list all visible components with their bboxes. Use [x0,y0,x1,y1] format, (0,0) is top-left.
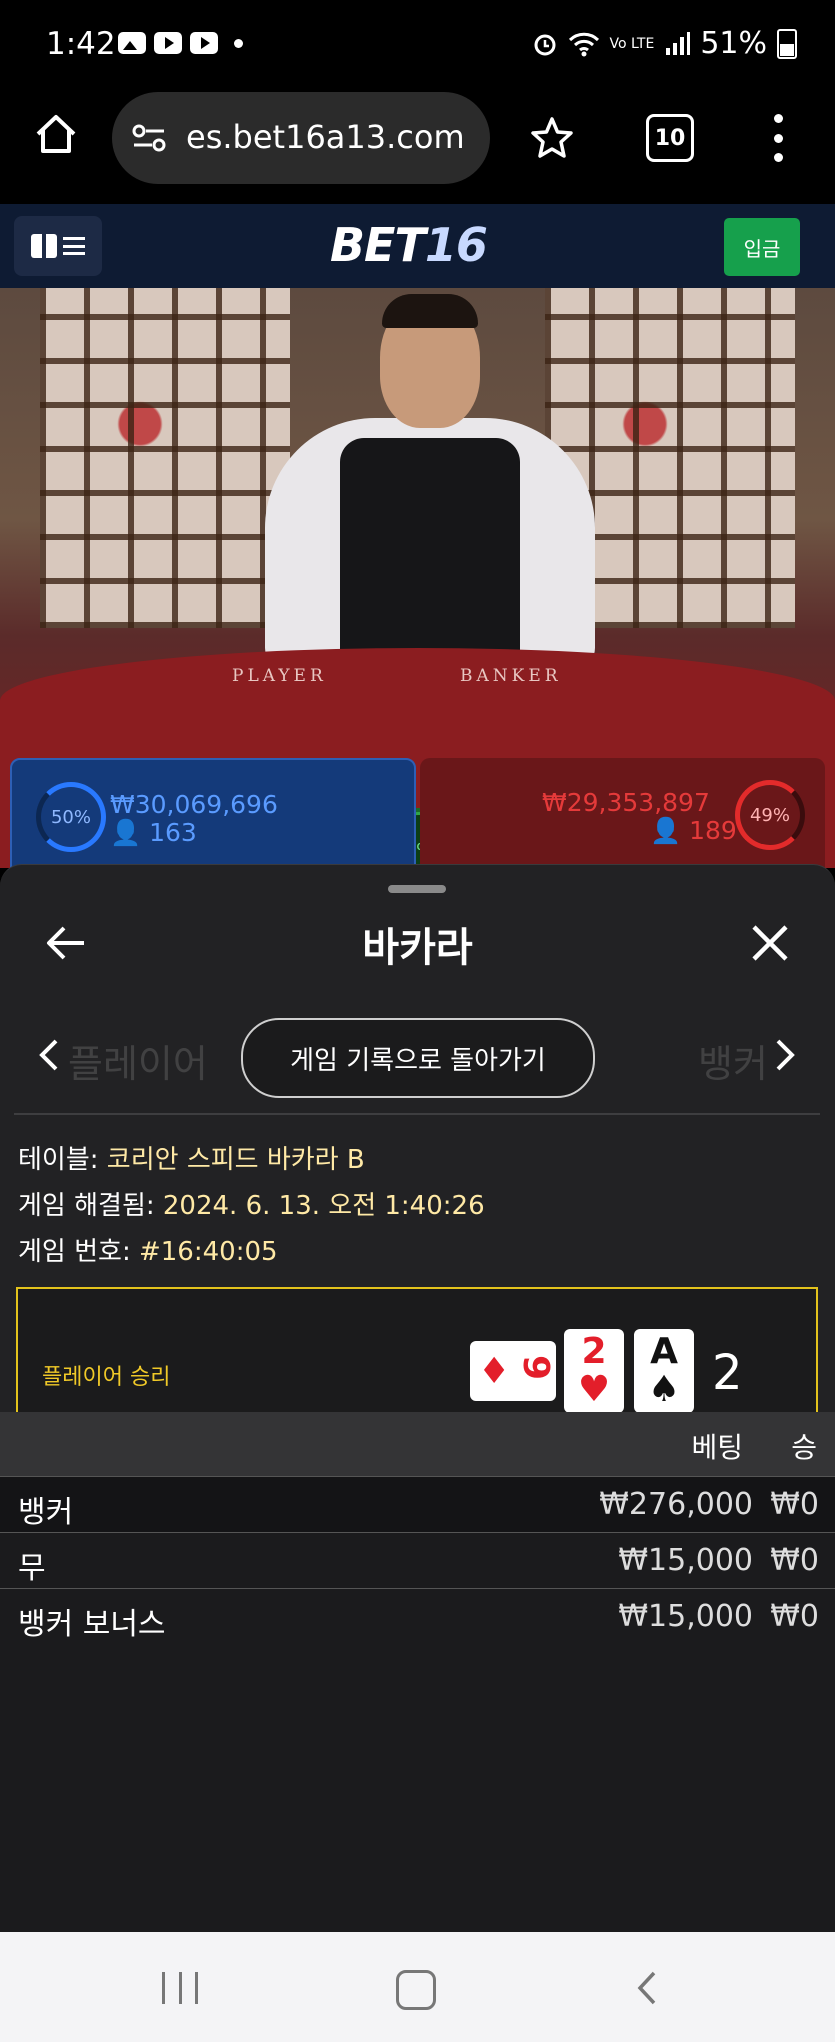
player-card-1: ♦ 9 [470,1341,556,1401]
person-icon: 👤 [110,818,142,847]
person-icon: 👤 [650,816,682,845]
banker-bet-panel[interactable]: ₩29,353,897 👤 189 49% [420,758,825,868]
youtube-notification-icon [154,32,182,54]
bet-row: 무 ₩15,000 ₩0 [0,1532,835,1589]
win-column-header: 승 [791,1431,817,1464]
url-text: es.bet16a13.com [186,118,465,156]
player-score: 2 [712,1345,743,1401]
bookmark-star-icon[interactable] [528,114,576,162]
bet-amount: ₩276,000 [599,1487,753,1522]
player-result-label: 플레이어 승리 [42,1365,171,1390]
bet-name: 뱅커 보너스 [18,1607,166,1642]
player-percent-ring: 50% [36,782,106,852]
player-count-value: 163 [149,818,197,847]
bet-row: 뱅커 ₩276,000 ₩0 [0,1476,835,1533]
bet-amount: ₩15,000 [618,1543,753,1578]
youtube-notification-icon-2 [190,32,218,54]
divider [14,1113,820,1115]
player-bettor-count: 👤 163 [110,818,197,848]
banker-percent-ring: 49% [735,780,805,850]
banker-count-value: 189 [689,816,737,845]
close-icon[interactable] [748,921,792,965]
bet-name: 무 [18,1551,46,1586]
card-rank: 2 [581,1331,607,1372]
decorative-screen-left [40,288,290,628]
status-time: 1:42 [46,26,116,62]
browser-menu-icon[interactable] [770,114,786,162]
table-label: 테이블: [18,1145,99,1175]
table-info: 테이블: 코리안 스피드 바카라 B [18,1139,365,1176]
more-notifications-dot-icon [234,38,243,48]
chevron-left-icon[interactable] [36,1037,62,1073]
deposit-button[interactable]: 입금 [724,218,800,276]
logo-text: BET [330,218,426,272]
back-to-history-button[interactable]: 게임 기록으로 돌아가기 [241,1018,595,1098]
notification-icons [118,32,243,54]
round-label: 게임 번호: [18,1237,131,1267]
card-rank: 9 [514,1354,556,1381]
felt-banker-label: BANKER [460,666,562,686]
bets-table-header: 베팅 승 [0,1412,835,1476]
dealer-vest [340,438,520,678]
back-nav-icon[interactable] [636,1970,658,2006]
round-info: 게임 번호: #16:40:05 [18,1231,278,1268]
resolved-label: 게임 해결됨: [18,1191,155,1221]
banker-bet-amount: ₩29,353,897 [542,788,710,817]
home-nav-icon[interactable] [396,1970,436,2010]
card-suit: ♦ [478,1351,511,1392]
bet-name: 뱅커 [18,1495,74,1530]
card-suit: ♠ [647,1369,681,1410]
player-card-3: A ♠ [634,1329,694,1413]
site-settings-icon[interactable] [132,124,166,152]
sheet-grabber[interactable] [388,885,446,893]
bet-column-header: 베팅 [691,1431,743,1464]
logo-number: 16 [424,218,488,272]
site-header: BET16 입금 [0,204,835,288]
bet-amount: ₩15,000 [618,1599,753,1634]
gallery-notification-icon [118,32,146,54]
hamburger-icon [63,237,85,255]
bet-row: 뱅커 보너스 ₩15,000 ₩0 [0,1588,835,1933]
round-value: #16:40:05 [138,1237,278,1267]
status-right: Vo LTE 51% [532,26,797,61]
player-card-2: 2 ♥ [564,1329,624,1413]
card-suit: ♥ [577,1369,611,1410]
resolved-value: 2024. 6. 13. 오전 1:40:26 [162,1191,485,1221]
home-icon[interactable] [34,112,78,156]
status-bar: 1:42 Vo LTE 51% [0,0,835,92]
signal-icon [666,31,691,55]
wifi-icon [568,32,599,56]
chevron-right-icon[interactable] [772,1037,798,1073]
tab-switcher-button[interactable]: 10 [646,114,694,162]
player-bet-amount: ₩30,069,696 [110,790,278,819]
recent-apps-icon[interactable] [162,1972,198,2004]
browser-toolbar: es.bet16a13.com 10 [0,92,835,204]
gift-menu-button[interactable] [14,216,102,276]
dealer-hair [382,294,478,328]
network-type: Vo LTE [609,35,655,52]
ghost-player-label: 플레이어 [68,1042,208,1086]
banker-bettor-count: 👤 189 [650,816,737,846]
sheet-title: 바카라 [362,925,473,971]
gift-icon [31,234,57,258]
alarm-icon [534,34,556,55]
felt-player-label: PLAYER [232,666,327,686]
win-amount: ₩0 [770,1599,819,1634]
resolved-info: 게임 해결됨: 2024. 6. 13. 오전 1:40:26 [18,1185,485,1222]
win-amount: ₩0 [770,1487,819,1522]
table-value: 코리안 스피드 바카라 B [106,1145,365,1175]
battery-icon [777,28,797,59]
system-nav-bar [0,1932,835,2042]
address-bar[interactable]: es.bet16a13.com [112,92,490,184]
site-logo[interactable]: BET16 [330,218,488,272]
ghost-banker-label: 뱅커 [698,1042,768,1086]
card-rank: A [650,1331,678,1372]
battery-percent: 51% [700,26,767,61]
win-amount: ₩0 [770,1543,819,1578]
player-bet-panel[interactable]: 50% ₩30,069,696 👤 163 [10,758,416,872]
